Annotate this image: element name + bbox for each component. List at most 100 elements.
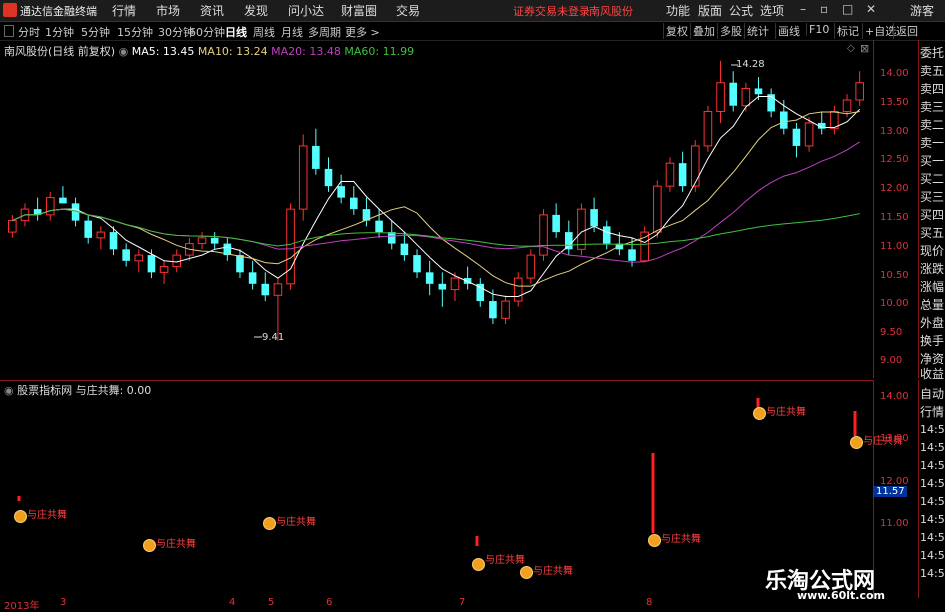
main-chart-panel[interactable]: 南风股份(日线 前复权) ◉ MA5: 13.45 MA10: 13.24 MA… [0,40,874,378]
side-quote[interactable]: 行情 [919,403,945,420]
signal-coin-icon[interactable] [14,510,27,523]
indicator-formula: 与庄共舞: 0.00 [75,384,152,397]
signal-coin-icon[interactable] [648,534,661,547]
side-entrust[interactable]: 委托 [919,44,945,61]
side-sell4[interactable]: 卖四 [919,80,945,97]
overlay-button[interactable]: 叠加 [690,23,717,39]
side-earnings[interactable]: 收益 [919,365,945,382]
candlestick-chart[interactable] [0,40,873,378]
minimize-icon[interactable]: – [800,2,806,16]
tab-more[interactable]: 更多 > [345,24,380,40]
stats-button[interactable]: 统计 [744,23,771,39]
menu-discover[interactable]: 发现 [244,2,268,19]
tab-monthly[interactable]: 月线 [281,24,303,40]
price-tick: 9.50 [880,327,903,338]
menu-ask[interactable]: 问小达 [288,2,324,19]
menu-formula[interactable]: 公式 [729,2,753,19]
side-buy4[interactable]: 买四 [919,206,945,223]
tab-5min[interactable]: 5分钟 [81,24,110,40]
side-buy1[interactable]: 买一 [919,152,945,169]
candle [476,278,485,307]
login-warning[interactable]: 证券交易未登录 [513,3,590,19]
candle [298,134,308,221]
indicator-chart[interactable] [0,381,873,599]
side-buy3[interactable]: 买三 [919,188,945,205]
price-tick: 11.00 [880,241,909,252]
menu-wealth[interactable]: 财富圈 [341,2,377,19]
candle [792,122,801,158]
date-tick: 8 [646,597,653,608]
period-bar: 分时 1分钟 5分钟 15分钟 30分钟 60分钟 日线 周线 月线 多周期 更… [0,22,945,41]
side-sell1[interactable]: 卖一 [919,134,945,151]
candle [413,249,421,279]
side-turnover[interactable]: 换手 [919,332,945,349]
price-tick: 11.50 [880,212,909,223]
side-buy5[interactable]: 买五 [919,224,945,241]
side-sell3[interactable]: 卖三 [919,98,945,115]
ma20-label: MA20: 13.48 [271,45,341,58]
tab-timeshare[interactable]: 分时 [18,24,40,40]
menu-layout[interactable]: 版面 [698,2,722,19]
candle [513,272,523,307]
signal-coin-icon[interactable] [263,517,276,530]
side-volume[interactable]: 总量 [919,296,945,313]
signal-coin-icon[interactable] [850,436,863,449]
signal-coin-icon[interactable] [520,566,533,579]
menu-quotes[interactable]: 行情 [112,2,136,19]
candle [134,249,144,273]
signal-coin-icon[interactable] [143,539,156,552]
side-sell2[interactable]: 卖二 [919,116,945,133]
indicator-tick: 14.00 [880,391,909,402]
time-label: 14:50 [920,531,945,544]
side-outer[interactable]: 外盘 [919,314,945,331]
title-bar: 通达信金融终端 行情 市场 资讯 发现 问小达 财富圈 交易 证券交易未登录 南… [0,0,945,22]
menu-trade[interactable]: 交易 [396,2,420,19]
ma5-line [12,96,861,297]
date-tick: 2013年 [4,601,40,612]
candle [729,71,737,112]
tab-multi-period[interactable]: 多周期 [308,24,341,40]
candle [817,111,826,135]
indicator-panel[interactable]: ◉ 股票指标网 与庄共舞: 0.00 与庄共舞 与庄共舞 与庄共舞 与庄共舞 与… [0,380,903,599]
maximize-icon[interactable]: □ [842,2,853,16]
ma10-label: MA10: 13.24 [197,45,268,58]
candle [33,197,42,221]
side-price[interactable]: 现价 [919,242,945,259]
collapse-icon[interactable] [4,25,14,37]
side-change-pct[interactable]: 涨幅 [919,278,945,295]
tab-1min[interactable]: 1分钟 [45,24,74,40]
menu-market[interactable]: 市场 [156,2,180,19]
candle [690,140,700,192]
tab-60min[interactable]: 60分钟 [189,24,225,40]
signal-coin-icon[interactable] [753,407,766,420]
side-sell5[interactable]: 卖五 [919,62,945,79]
tab-weekly[interactable]: 周线 [253,24,275,40]
side-change[interactable]: 涨跌 [919,260,945,277]
candle [122,243,130,267]
signal-coin-icon[interactable] [472,558,485,571]
adjust-button[interactable]: 复权 [663,23,690,39]
diamond-icon[interactable]: ◇ [847,43,855,54]
candle [84,214,92,244]
panel-close-icon[interactable]: ⊠ [860,42,869,55]
side-auto[interactable]: 自动 [919,385,945,402]
tab-daily[interactable]: 日线 [225,24,247,40]
signal-label: 与庄共舞 [766,407,806,418]
f10-button[interactable]: F10 [806,23,831,36]
back-button[interactable]: 返回 [893,23,920,39]
time-label: 14:50 [920,441,945,454]
menu-function[interactable]: 功能 [666,2,690,19]
price-tick: 13.50 [880,97,909,108]
close-icon[interactable]: ✕ [866,2,876,16]
candle [312,128,320,175]
mark-button[interactable]: 标记 [834,23,861,39]
tab-15min[interactable]: 15分钟 [117,24,153,40]
restore-icon[interactable]: ▫ [820,2,828,16]
menu-news[interactable]: 资讯 [200,2,224,19]
current-price-box: 11.57 [874,486,907,497]
draw-button[interactable]: 画线 [775,23,802,39]
multi-stock-button[interactable]: 多股 [717,23,744,39]
guest-label[interactable]: 游客 [910,2,934,19]
side-buy2[interactable]: 买二 [919,170,945,187]
menu-options[interactable]: 选项 [760,2,784,19]
